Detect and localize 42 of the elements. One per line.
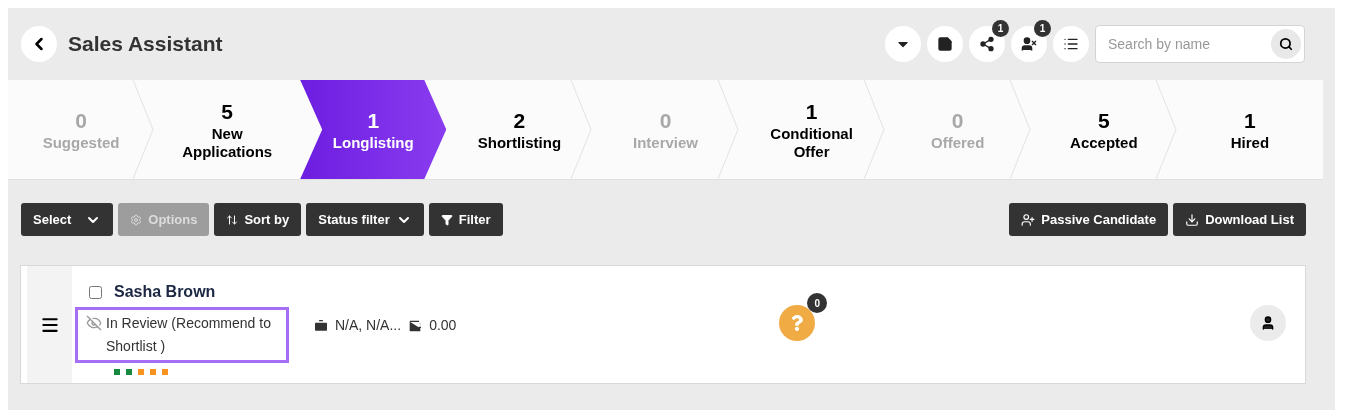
pipeline-stage[interactable]: 5 Accepted <box>1030 80 1177 179</box>
note-icon <box>937 36 953 52</box>
select-checkbox[interactable] <box>89 285 102 299</box>
briefcase-icon <box>313 317 329 334</box>
sort-button[interactable]: Sort by <box>214 203 302 236</box>
passive-button[interactable]: Passive Candidate <box>1009 203 1169 236</box>
back-button[interactable] <box>21 26 57 62</box>
status-label: In Review (Recommend to Shortlist ) <box>75 307 289 363</box>
pipeline-stage[interactable]: 2 Shortlisting <box>446 80 593 179</box>
filter-button[interactable]: Filter <box>428 203 503 236</box>
share-icon <box>979 36 995 52</box>
download-icon <box>1185 212 1200 227</box>
amount-text: 0.00 <box>429 316 457 335</box>
candidate-name[interactable]: Sasha Brown <box>114 280 216 304</box>
user-off-button[interactable] <box>1011 26 1047 62</box>
user-icon[interactable] <box>1250 305 1286 341</box>
user-slash-icon <box>1021 36 1037 52</box>
pipeline-stage[interactable]: 5 New Applications <box>154 80 301 179</box>
filter-icon <box>440 213 453 226</box>
eye-off-icon <box>86 315 102 331</box>
list-button[interactable] <box>1053 26 1089 62</box>
count-badge: 1 <box>992 20 1009 37</box>
note-button[interactable] <box>927 26 963 62</box>
count-badge: 0 <box>807 293 828 313</box>
question-icon[interactable] <box>779 305 816 341</box>
gear-icon <box>130 213 143 226</box>
search-field[interactable]: Search by name <box>1095 25 1305 63</box>
download-button[interactable]: Download List <box>1173 203 1306 236</box>
pipeline-stage[interactable]: 1 Longlisting <box>300 80 447 179</box>
pipeline-stage[interactable]: 1 Hired <box>1176 80 1323 179</box>
page-title: Sales Assistant <box>68 31 223 58</box>
wallet-icon <box>407 317 424 334</box>
location-text: N/A, N/A... <box>335 316 402 335</box>
list-icon <box>1063 36 1079 52</box>
user-plus-icon <box>1021 212 1036 227</box>
share-button[interactable] <box>969 26 1005 62</box>
count-badge: 1 <box>1034 20 1051 37</box>
pipeline-stage[interactable]: 1 Conditional Offer <box>738 80 885 179</box>
sort-icon <box>226 213 239 226</box>
select-button[interactable]: Select <box>21 203 114 236</box>
status-button[interactable]: Status filter <box>306 203 424 236</box>
caret-button[interactable] <box>885 26 921 62</box>
